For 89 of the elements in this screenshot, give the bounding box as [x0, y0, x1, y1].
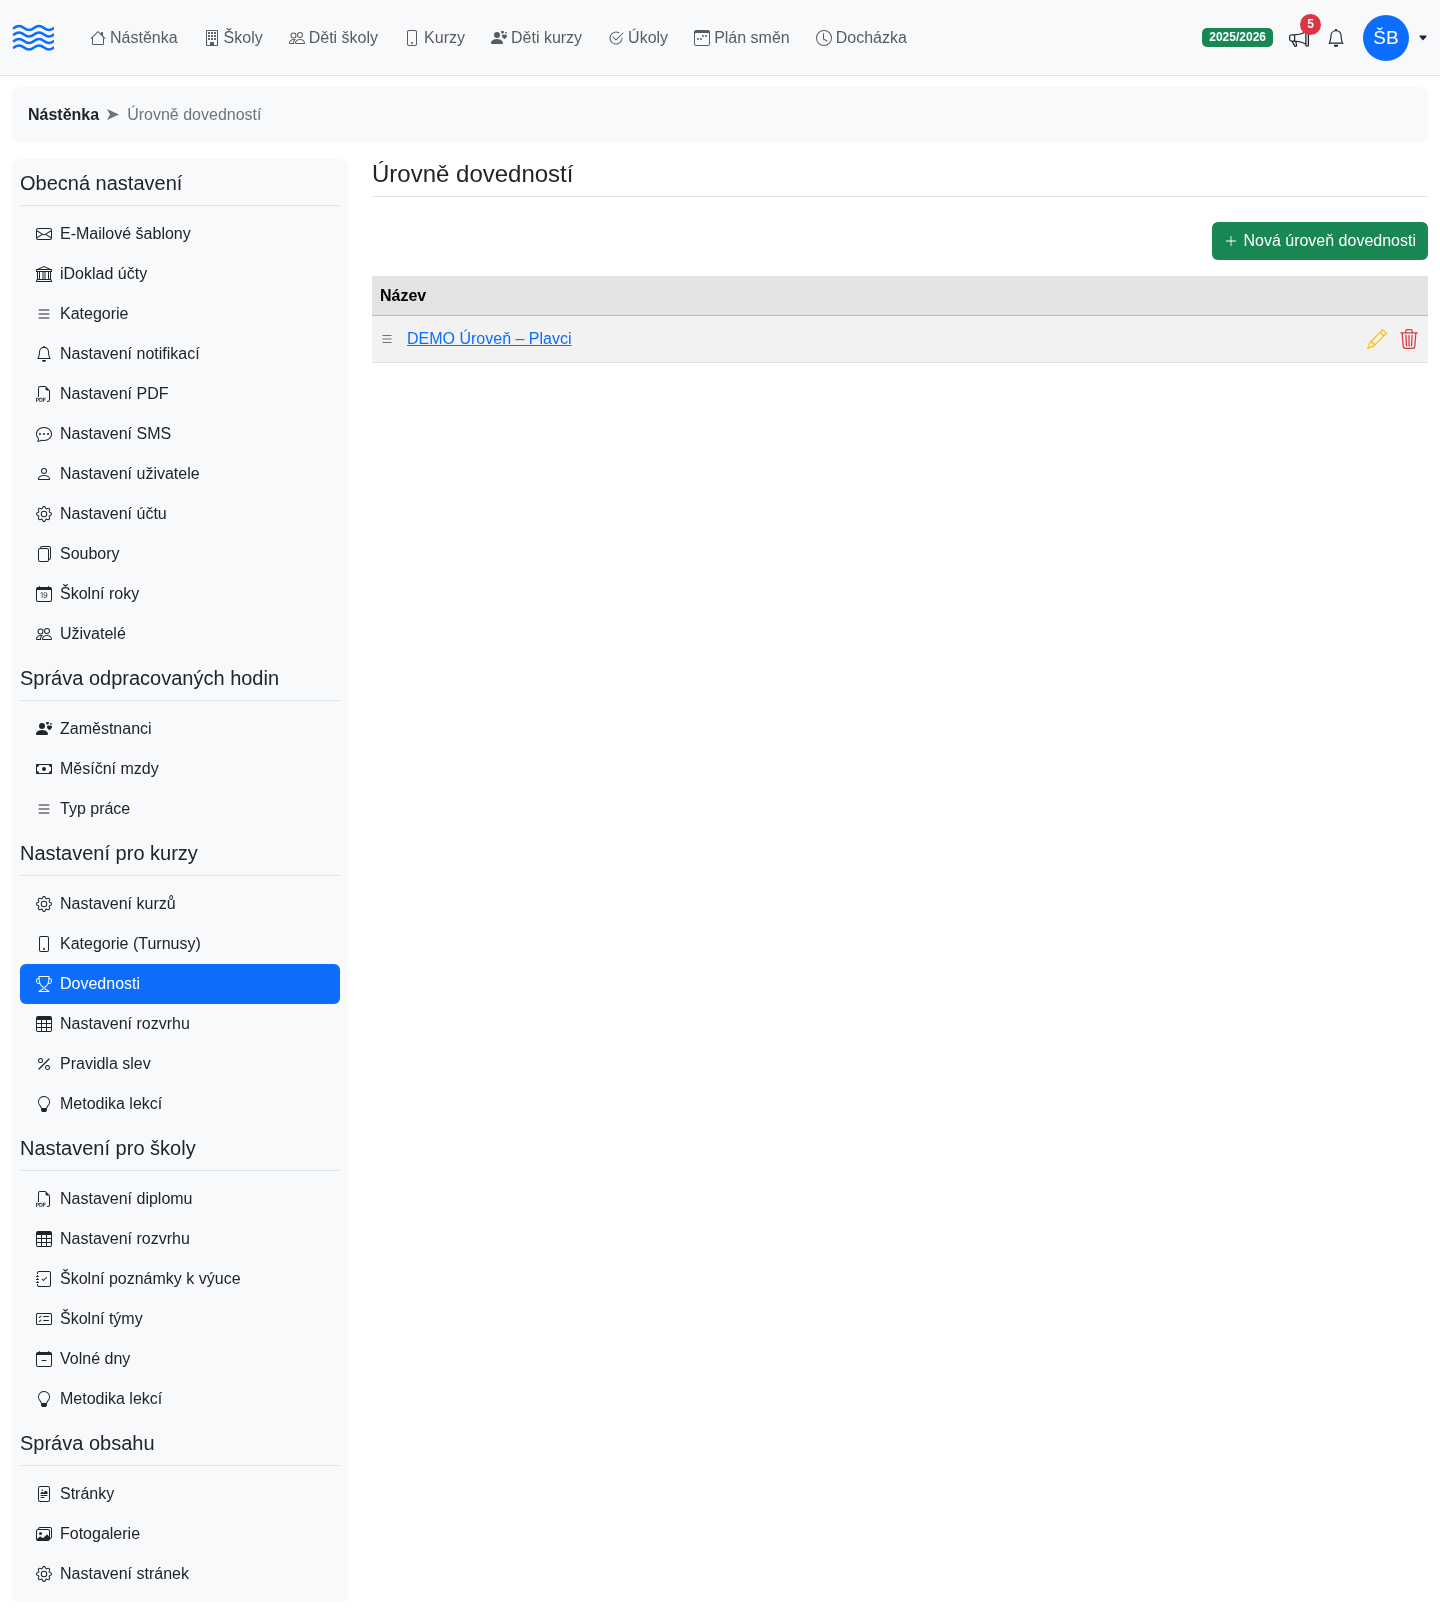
sidebar-item[interactable]: Fotogalerie [20, 1514, 340, 1554]
percent-icon [36, 1056, 52, 1072]
calendar-icon [694, 29, 711, 46]
sidebar-item[interactable]: Uživatelé [20, 614, 340, 654]
settings-icon [36, 1566, 52, 1582]
sidebar-section-title: Nastavení pro školy [20, 1136, 340, 1171]
checklist-card-icon [36, 1311, 52, 1327]
cash-icon [36, 761, 52, 777]
sidebar-item[interactable]: Měsíční mzdy [20, 749, 340, 789]
calendar-minus-icon [36, 1351, 52, 1367]
sidebar-item[interactable]: Nastavení kurzů [20, 884, 340, 924]
people-icon [36, 626, 52, 642]
sidebar-item[interactable]: Nastavení notifikací [20, 334, 340, 374]
bell-icon[interactable] [1327, 28, 1345, 47]
trash-icon[interactable] [1399, 329, 1419, 349]
clock-icon [815, 29, 832, 46]
sidebar-item[interactable]: Stránky [20, 1474, 340, 1514]
pdf-file-icon [36, 386, 52, 402]
drag-handle-icon[interactable] [380, 332, 394, 346]
bell-icon [36, 346, 52, 362]
sidebar-item[interactable]: Soubory [20, 534, 340, 574]
table-icon [36, 1231, 52, 1247]
building-icon [203, 29, 220, 46]
sidebar-item[interactable]: iDoklad účty [20, 254, 340, 294]
sidebar-item[interactable]: Nastavení stránek [20, 1554, 340, 1594]
sidebar-item[interactable]: Typ práce [20, 789, 340, 829]
sidebar-item[interactable]: Nastavení SMS [20, 414, 340, 454]
sidebar-item[interactable]: Metodika lekcí [20, 1084, 340, 1124]
trophy-icon [36, 976, 52, 992]
lightbulb-icon [36, 1391, 52, 1407]
breadcrumb-link[interactable]: Nástěnka [28, 102, 100, 127]
page-title: Úrovně dovedností [372, 159, 1428, 197]
breadcrumb-current: Úrovně dovedností [127, 104, 262, 125]
sidebar-item[interactable]: Zaměstnanci [20, 709, 340, 749]
settings-icon [36, 506, 52, 522]
images-icon [36, 1526, 52, 1542]
nav-link[interactable]: Děti školy [275, 17, 392, 58]
nav-link[interactable]: Děti kurzy [478, 17, 596, 58]
nav-link[interactable]: Kurzy [391, 17, 478, 58]
sidebar-item[interactable]: Nastavení PDF [20, 374, 340, 414]
row-link[interactable]: DEMO Úroveň – Plavci [407, 327, 572, 351]
sidebar-item[interactable]: Dovednosti [20, 964, 340, 1004]
nav-link[interactable]: Nástěnka [77, 17, 191, 58]
sidebar-section-title: Správa obsahu [20, 1431, 340, 1466]
nav-link[interactable]: Školy [190, 17, 276, 58]
settings-icon [36, 896, 52, 912]
sidebar-item[interactable]: Pravidla slev [20, 1044, 340, 1084]
sidebar-item[interactable]: Školní poznámky k výuce [20, 1259, 340, 1299]
user-avatar[interactable]: ŠB [1363, 14, 1409, 61]
house-icon [90, 29, 106, 46]
bank-icon [36, 266, 52, 282]
sidebar-section-title: Správa odpracovaných hodin [20, 666, 340, 701]
new-skill-level-button[interactable]: Nová úroveň dovednosti [1212, 222, 1428, 260]
school-year-badge: 2025/2026 [1202, 28, 1273, 47]
document-icon [36, 1486, 52, 1502]
sidebar-item[interactable]: Nastavení uživatele [20, 454, 340, 494]
person-with-hearts-icon [491, 29, 507, 46]
sidebar-item[interactable]: Školní roky [20, 574, 340, 614]
waves-logo[interactable] [12, 24, 54, 51]
count-badge: 5 [1300, 13, 1321, 35]
person-icon [36, 466, 52, 482]
pdf-file-icon [36, 1191, 52, 1207]
checklist-notebook-icon [36, 1271, 52, 1287]
table-icon [36, 1016, 52, 1032]
sidebar-item[interactable]: Volné dny [20, 1339, 340, 1379]
sidebar-item[interactable]: Kategorie (Turnusy) [20, 924, 340, 964]
sidebar-item[interactable]: E-Mailové šablony [20, 214, 340, 254]
sidebar-item[interactable]: Nastavení účtu [20, 494, 340, 534]
phone-icon [36, 936, 52, 952]
sidebar-section-title: Obecná nastavení [20, 171, 340, 206]
sidebar-section-title: Nastavení pro kurzy [20, 841, 340, 876]
nav-link[interactable]: Plán směn [681, 17, 803, 58]
people-icon [288, 29, 305, 46]
files-icon [36, 546, 52, 562]
envelope-icon [36, 226, 52, 242]
sidebar-item[interactable]: Kategorie [20, 294, 340, 334]
nav-link[interactable]: Úkoly [595, 17, 682, 58]
sidebar-item[interactable]: Nastavení rozvrhu [20, 1004, 340, 1044]
nav-link[interactable]: Docházka [802, 17, 920, 58]
sidebar-item[interactable]: Metodika lekcí [20, 1379, 340, 1419]
sidebar-item[interactable]: Nastavení diplomu [20, 1179, 340, 1219]
sidebar-item[interactable]: Nastavení rozvrhu [20, 1219, 340, 1259]
person-with-hearts-icon [36, 721, 52, 737]
column-header: Název [379, 285, 428, 306]
lightbulb-icon [36, 1096, 52, 1112]
arrowhead-icon [107, 109, 120, 120]
calendar-icon [36, 586, 52, 602]
chat-bubble-icon [36, 426, 52, 442]
sidebar-item[interactable]: Školní týmy [20, 1299, 340, 1339]
